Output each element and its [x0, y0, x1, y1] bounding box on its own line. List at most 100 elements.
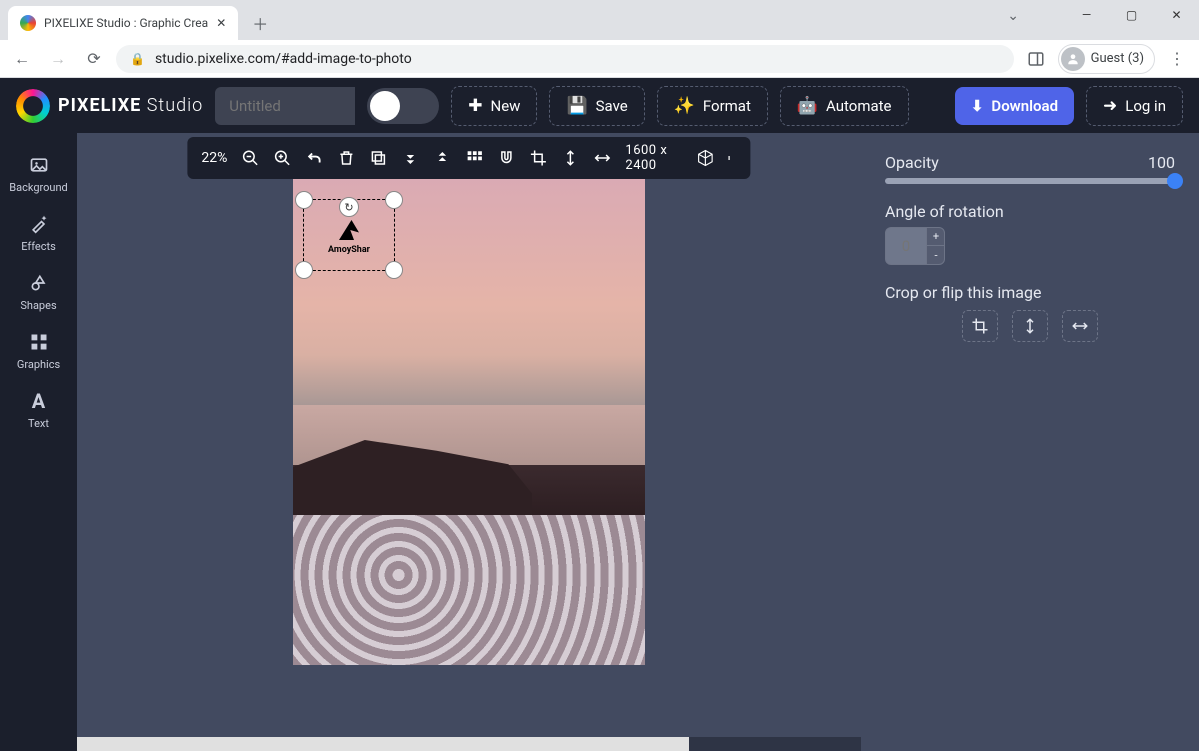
- tab-title: PIXELIXE Studio : Graphic Crea: [44, 16, 208, 30]
- crop-button[interactable]: [962, 310, 998, 342]
- canvas-stage[interactable]: ↻ AmoyShar: [77, 133, 861, 737]
- crop-flip-label: Crop or flip this image: [885, 283, 1175, 302]
- tab-favicon-icon: [20, 15, 36, 31]
- resize-handle-br[interactable]: [385, 261, 403, 279]
- resize-handle-bl[interactable]: [295, 261, 313, 279]
- zoom-out-icon[interactable]: [241, 148, 259, 168]
- panel-icon[interactable]: [1022, 45, 1050, 73]
- nav-reload-icon[interactable]: ⟳: [80, 45, 108, 73]
- browser-nav-bar: ← → ⟳ 🔒 studio.pixelixe.com/#add-image-t…: [0, 40, 1199, 78]
- resize-vertical-icon[interactable]: [561, 148, 579, 168]
- login-button[interactable]: ➜ Log in: [1086, 86, 1183, 126]
- nav-back-icon[interactable]: ←: [8, 45, 36, 73]
- new-tab-button[interactable]: ＋: [246, 9, 274, 37]
- canvas-image[interactable]: ↻ AmoyShar: [293, 165, 645, 665]
- save-label: Save: [596, 97, 628, 115]
- app-body: Background Effects Shapes Graphics A Tex…: [0, 133, 1199, 751]
- opacity-slider[interactable]: [885, 178, 1175, 184]
- new-button[interactable]: ✚ New: [451, 86, 537, 126]
- avatar-icon: [1061, 47, 1085, 71]
- resize-handle-tl[interactable]: [295, 191, 313, 209]
- sidebar-item-text[interactable]: A Text: [0, 381, 77, 440]
- logo-ring-icon: [16, 89, 50, 123]
- angle-input[interactable]: [886, 228, 926, 264]
- download-icon: ⬇: [971, 97, 984, 115]
- address-bar[interactable]: 🔒 studio.pixelixe.com/#add-image-to-phot…: [116, 45, 1014, 73]
- wand-icon: [29, 214, 49, 234]
- horizontal-scrollbar[interactable]: [77, 737, 861, 751]
- zoom-level: 22%: [201, 150, 227, 166]
- scrollbar-thumb[interactable]: [77, 737, 689, 751]
- download-button[interactable]: ⬇ Download: [955, 87, 1074, 125]
- sidebar-label: Shapes: [20, 299, 56, 312]
- resize-handle-tr[interactable]: [385, 191, 403, 209]
- undo-icon[interactable]: [305, 148, 323, 168]
- app-logo[interactable]: PIXELIXE Studio: [16, 89, 203, 123]
- login-label: Log in: [1125, 97, 1166, 115]
- resize-horizontal-icon[interactable]: [593, 148, 611, 168]
- duplicate-icon[interactable]: [369, 148, 387, 168]
- angle-step-down[interactable]: -: [927, 246, 945, 264]
- plus-icon: ✚: [468, 96, 482, 116]
- delete-icon[interactable]: [337, 148, 355, 168]
- kebab-menu-icon[interactable]: ⋮: [1163, 45, 1191, 73]
- robot-icon: 🤖: [797, 96, 818, 116]
- magnet-icon[interactable]: [497, 148, 515, 168]
- inserted-logo: AmoyShar: [312, 208, 386, 262]
- window-minimize-icon[interactable]: —: [1064, 0, 1109, 30]
- new-label: New: [491, 97, 521, 115]
- opacity-value: 100: [1148, 153, 1175, 172]
- save-icon: 💾: [566, 96, 587, 116]
- browser-tab[interactable]: PIXELIXE Studio : Graphic Crea ✕: [8, 6, 238, 40]
- save-button[interactable]: 💾 Save: [549, 86, 644, 126]
- angle-label: Angle of rotation: [885, 202, 1175, 221]
- chevron-down-icon[interactable]: ⌄: [1007, 8, 1019, 24]
- flip-vertical-button[interactable]: [1012, 310, 1048, 342]
- format-label: Format: [703, 97, 751, 115]
- sidebar: Background Effects Shapes Graphics A Tex…: [0, 133, 77, 751]
- flip-horizontal-button[interactable]: [1062, 310, 1098, 342]
- cube-icon[interactable]: [697, 148, 715, 168]
- close-tab-icon[interactable]: ✕: [216, 16, 226, 30]
- selection-box[interactable]: ↻ AmoyShar: [303, 199, 395, 271]
- more-icon[interactable]: [729, 148, 737, 168]
- wand-icon: ✨: [674, 96, 695, 116]
- image-icon: [29, 155, 49, 175]
- sidebar-item-effects[interactable]: Effects: [0, 204, 77, 263]
- text-icon: A: [29, 391, 49, 411]
- sidebar-label: Text: [28, 417, 49, 430]
- angle-step-up[interactable]: +: [927, 228, 945, 246]
- canvas-dimensions: 1600 x 2400: [625, 143, 682, 173]
- send-backward-icon[interactable]: [401, 148, 419, 168]
- crop-icon[interactable]: [529, 148, 547, 168]
- download-label: Download: [991, 97, 1058, 115]
- bring-forward-icon[interactable]: [433, 148, 451, 168]
- slider-thumb-icon[interactable]: [1167, 173, 1183, 189]
- theme-toggle[interactable]: [367, 88, 439, 124]
- profile-chip[interactable]: Guest (3): [1058, 44, 1155, 74]
- window-controls: — ▢ ✕: [1064, 0, 1199, 30]
- window-close-icon[interactable]: ✕: [1154, 0, 1199, 30]
- nav-forward-icon[interactable]: →: [44, 45, 72, 73]
- sidebar-label: Background: [9, 181, 67, 194]
- url-text: studio.pixelixe.com/#add-image-to-photo: [155, 51, 412, 67]
- guest-label: Guest (3): [1091, 51, 1144, 66]
- login-icon: ➜: [1103, 96, 1117, 116]
- app-root: PIXELIXE Studio ✚ New 💾 Save ✨ Format 🤖Auto…: [0, 78, 1199, 751]
- logo-text: PIXELIXE Studio: [58, 95, 203, 116]
- shapes-icon: [29, 273, 49, 293]
- angle-stepper[interactable]: + -: [885, 227, 945, 265]
- sidebar-label: Graphics: [17, 358, 60, 371]
- window-maximize-icon[interactable]: ▢: [1109, 0, 1154, 30]
- document-title-input[interactable]: [215, 87, 355, 125]
- canvas-toolbar: 22% 1600 x 2400: [187, 137, 750, 179]
- sidebar-item-shapes[interactable]: Shapes: [0, 263, 77, 322]
- sidebar-item-background[interactable]: Background: [0, 145, 77, 204]
- grid-icon[interactable]: [465, 148, 483, 168]
- automate-button[interactable]: 🤖Automate: [780, 86, 909, 126]
- format-button[interactable]: ✨ Format: [657, 86, 768, 126]
- properties-panel: Opacity 100 Angle of rotation + -: [861, 133, 1199, 751]
- zoom-in-icon[interactable]: [273, 148, 291, 168]
- sidebar-item-graphics[interactable]: Graphics: [0, 322, 77, 381]
- opacity-label: Opacity: [885, 153, 939, 172]
